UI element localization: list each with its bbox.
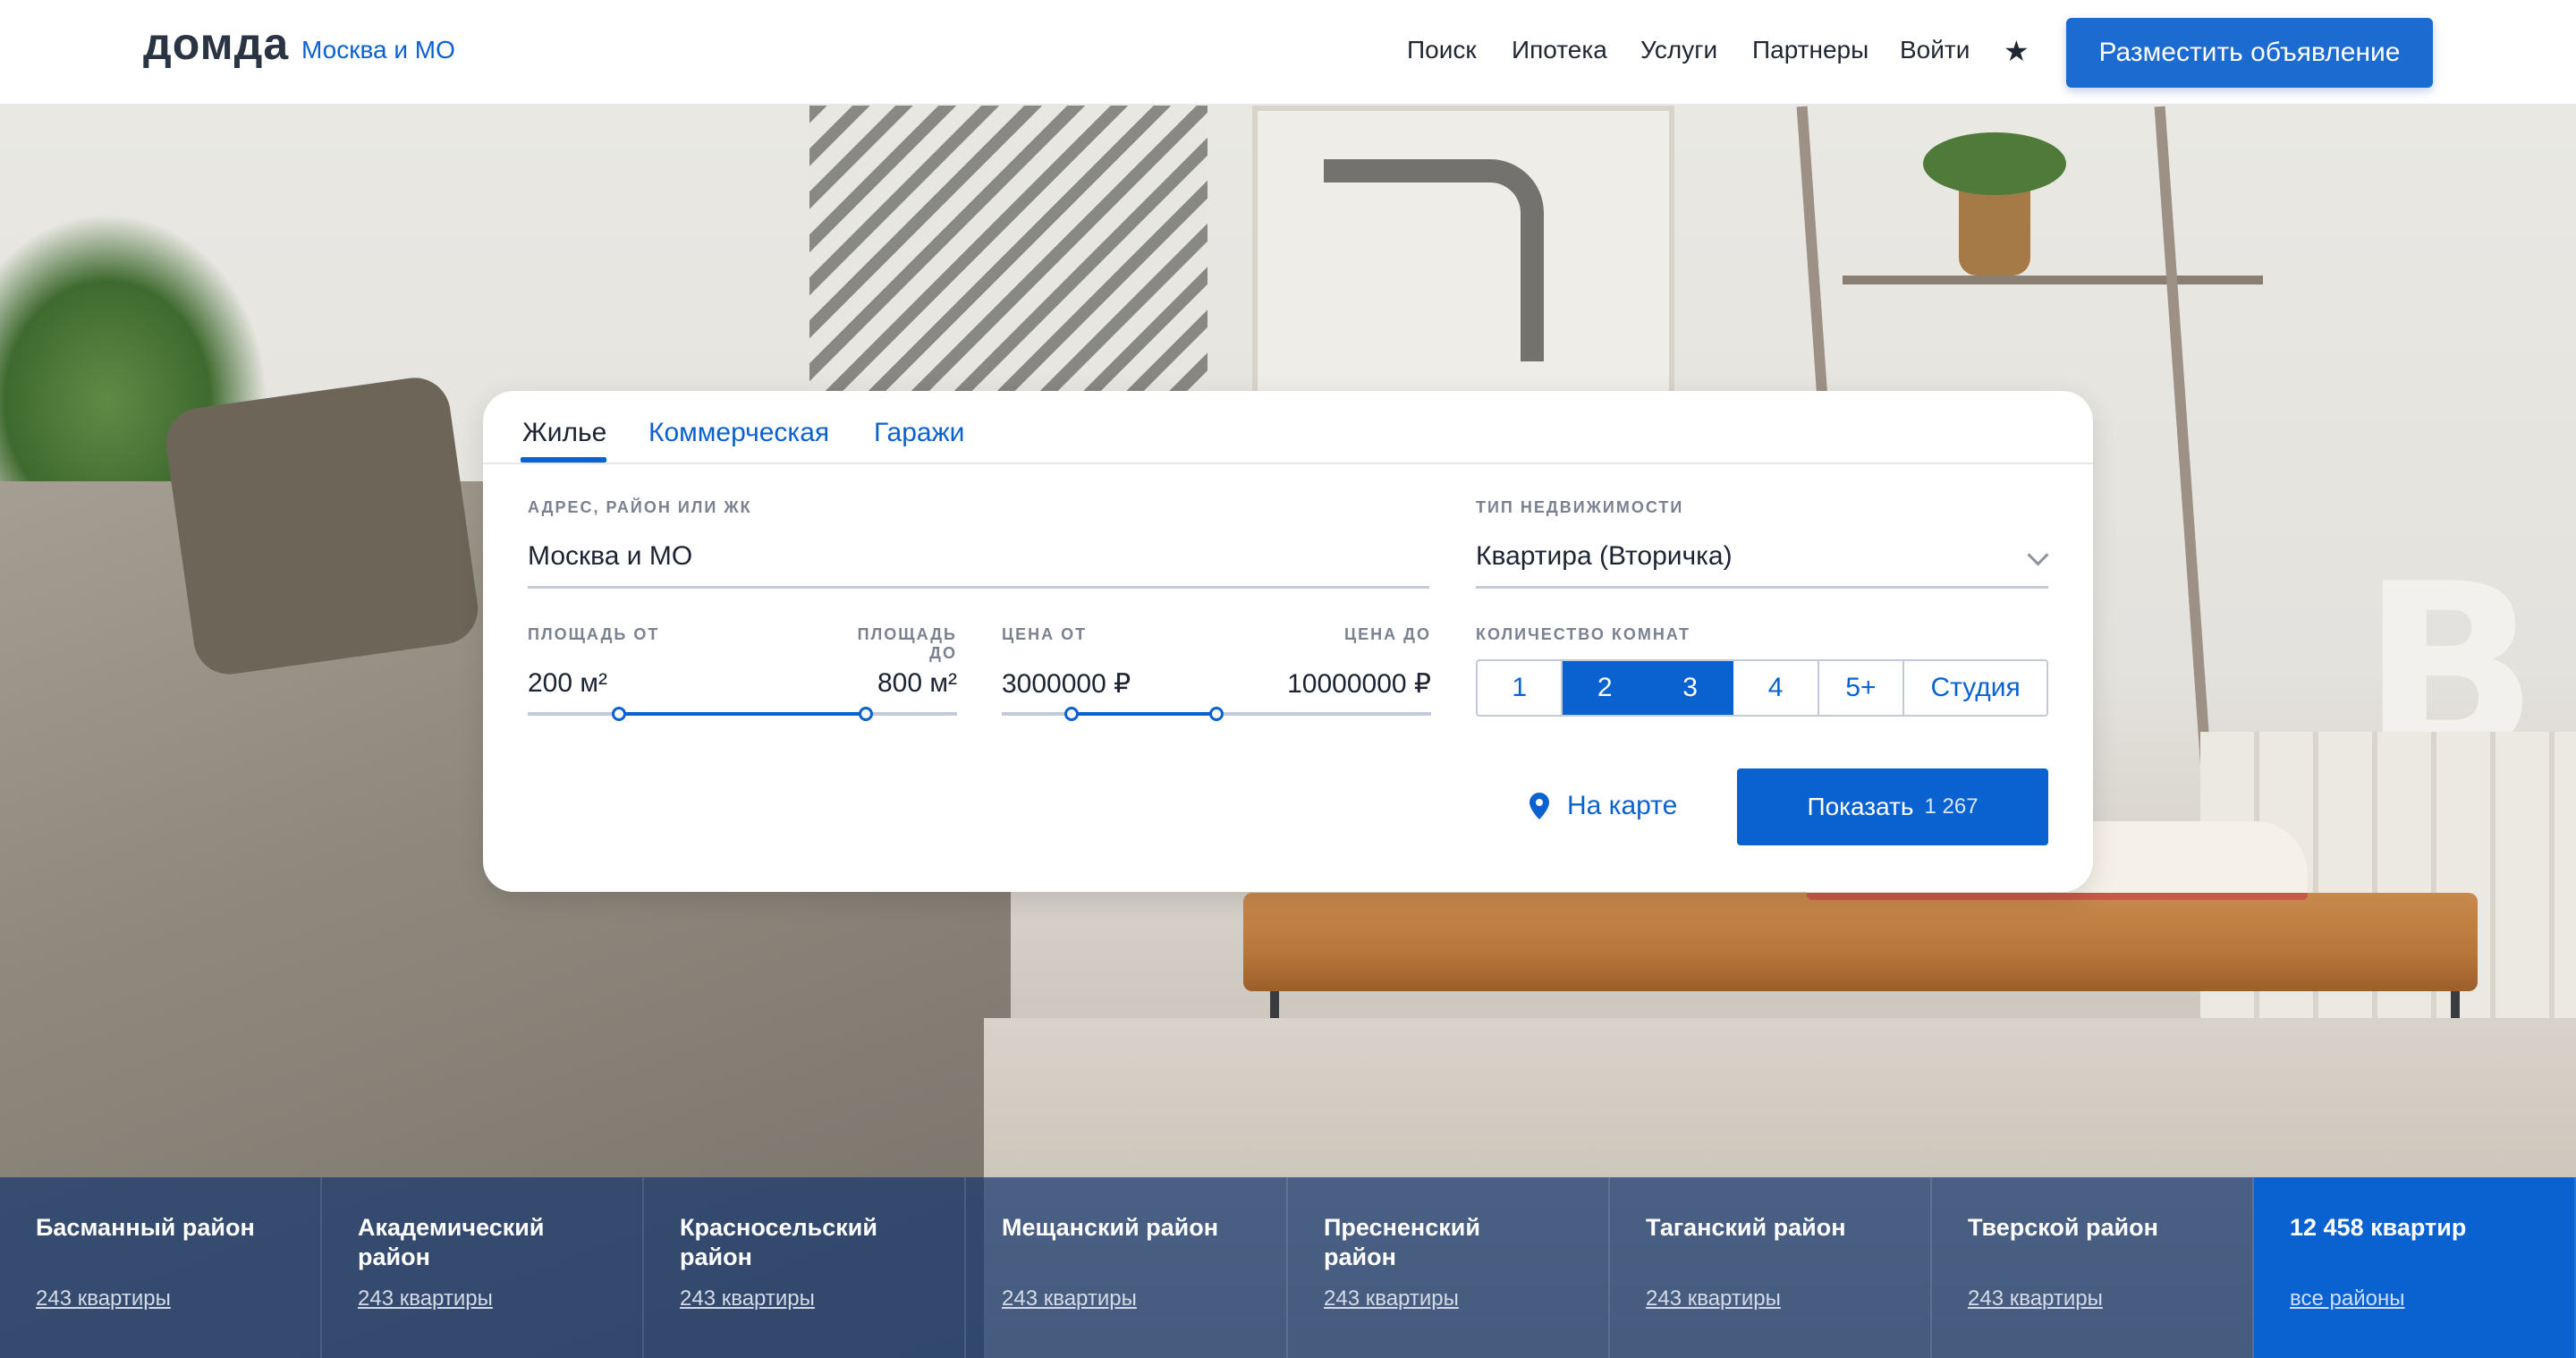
search-panel: Жилье Коммерческая Гаражи Адрес, район и… — [483, 391, 2093, 892]
pillow — [161, 373, 483, 679]
site-logo[interactable]: домда — [143, 18, 289, 70]
address-label: Адрес, район или ЖК — [528, 498, 752, 516]
district-card[interactable]: Красносельский район 243 квартиры — [644, 1177, 966, 1358]
area-slider-max-handle[interactable] — [859, 707, 873, 721]
room-option-1[interactable]: 1 — [1478, 661, 1563, 715]
post-ad-button[interactable]: Разместить объявление — [2066, 18, 2433, 88]
district-card[interactable]: Пресненский район 243 квартиры — [1288, 1177, 1610, 1358]
search-tabs: Жилье Коммерческая Гаражи — [483, 391, 2093, 464]
address-underline — [528, 586, 1429, 589]
district-card[interactable]: Академический район 243 квартиры — [322, 1177, 644, 1358]
tab-garages[interactable]: Гаражи — [874, 418, 964, 448]
price-from-value[interactable]: 3000000 ₽ — [1002, 668, 1131, 700]
area-slider-range — [619, 712, 866, 716]
nav-services[interactable]: Услуги — [1640, 36, 1717, 64]
price-slider-max-handle[interactable] — [1209, 707, 1224, 721]
area-to-label: Площадь до — [857, 625, 957, 662]
show-results-button[interactable]: Показать 1 267 — [1737, 768, 2048, 845]
chevron-down-icon[interactable] — [2027, 544, 2049, 566]
area-to-value[interactable]: 800 м² — [823, 668, 957, 699]
shelf-board — [1843, 276, 2263, 284]
price-slider-range — [1072, 712, 1216, 716]
map-link[interactable]: На карте — [1530, 791, 1677, 821]
show-button-label: Показать — [1807, 793, 1914, 820]
district-count-link[interactable]: 243 квартиры — [1324, 1286, 1459, 1311]
all-districts-card[interactable]: 12 458 квартир все районы — [2254, 1177, 2576, 1358]
district-count-link[interactable]: 243 квартиры — [1002, 1286, 1137, 1311]
total-apartments: 12 458 квартир — [2290, 1214, 2467, 1241]
price-to-label: Цена до — [1344, 625, 1431, 643]
map-pin-icon — [1530, 793, 1549, 819]
district-name: Тверской район — [1968, 1214, 2158, 1241]
nav-partners[interactable]: Партнеры — [1752, 36, 1868, 64]
wooden-table-top — [1243, 893, 2478, 991]
property-type-underline — [1476, 586, 2048, 589]
tab-housing[interactable]: Жилье — [522, 418, 606, 448]
address-input[interactable]: Москва и МО — [528, 541, 692, 572]
top-header: домда Москва и МО Поиск Ипотека Услуги П… — [0, 0, 2576, 106]
price-slider-min-handle[interactable] — [1064, 707, 1079, 721]
rooms-label: Количество комнат — [1476, 625, 1690, 643]
district-name: Пресненский район — [1324, 1214, 1480, 1270]
district-card[interactable]: Тверской район 243 квартиры — [1932, 1177, 2254, 1358]
room-option-5plus[interactable]: 5+ — [1819, 661, 1905, 715]
room-option-2[interactable]: 2 — [1563, 661, 1648, 715]
district-name: Басманный район — [36, 1214, 255, 1241]
wall-art-stroke — [1324, 159, 1544, 361]
property-type-label: Тип недвижимости — [1476, 498, 1684, 516]
rooms-selector: 1 2 3 4 5+ Студия — [1476, 659, 2048, 717]
district-card[interactable]: Басманный район 243 квартиры — [0, 1177, 322, 1358]
district-card[interactable]: Таганский район 243 квартиры — [1610, 1177, 1932, 1358]
nav-search[interactable]: Поиск — [1407, 36, 1477, 64]
price-to-value[interactable]: 10000000 ₽ — [1216, 668, 1431, 700]
wall-art-zigzag — [809, 106, 1208, 392]
district-card[interactable]: Мещанский район 243 квартиры — [966, 1177, 1288, 1358]
price-from-label: Цена от — [1002, 625, 1088, 643]
room-option-3[interactable]: 3 — [1648, 661, 1734, 715]
district-name: Красносельский район — [680, 1214, 877, 1270]
all-districts-link[interactable]: все районы — [2290, 1286, 2404, 1311]
room-option-4[interactable]: 4 — [1733, 661, 1819, 715]
nav-mortgage[interactable]: Ипотека — [1512, 36, 1607, 64]
star-icon[interactable]: ★ — [2004, 34, 2029, 68]
region-selector[interactable]: Москва и МО — [301, 36, 455, 64]
area-from-value[interactable]: 200 м² — [528, 668, 607, 699]
tab-commercial[interactable]: Коммерческая — [648, 418, 829, 448]
district-name: Мещанский район — [1002, 1214, 1219, 1241]
nav-login[interactable]: Войти — [1900, 36, 1970, 64]
room-option-studio[interactable]: Студия — [1904, 661, 2046, 715]
area-slider-min-handle[interactable] — [612, 707, 626, 721]
area-from-label: Площадь от — [528, 625, 660, 643]
property-type-select[interactable]: Квартира (Вторичка) — [1476, 541, 1733, 572]
district-count-link[interactable]: 243 квартиры — [680, 1286, 815, 1311]
map-link-label: На карте — [1567, 791, 1678, 820]
district-count-link[interactable]: 243 квартиры — [1968, 1286, 2103, 1311]
results-count: 1 267 — [1924, 794, 1979, 819]
district-count-link[interactable]: 243 квартиры — [1646, 1286, 1781, 1311]
active-tab-indicator — [521, 457, 606, 463]
district-count-link[interactable]: 243 квартиры — [358, 1286, 493, 1311]
district-name: Академический район — [358, 1214, 545, 1270]
plant-leaves — [1923, 132, 2066, 195]
districts-bar: Басманный район 243 квартиры Академическ… — [0, 1177, 2576, 1358]
district-name: Таганский район — [1646, 1214, 1846, 1241]
district-count-link[interactable]: 243 квартиры — [36, 1286, 171, 1311]
